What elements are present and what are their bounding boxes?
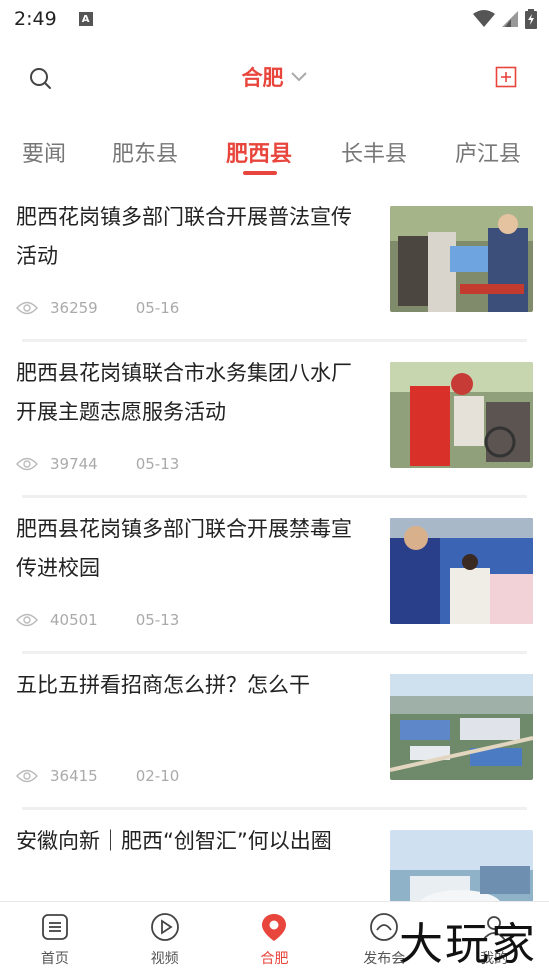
news-title: 肥西县花岗镇联合市水务集团八水厂开展主题志愿服务活动 (16, 361, 352, 424)
channel-tabs: 要闻 肥东县 肥西县 长丰县 庐江县 (0, 128, 549, 178)
top-bar: 合肥 (0, 50, 549, 106)
nav-label: 首页 (40, 951, 69, 967)
signal-icon (502, 11, 518, 27)
tab-feidong[interactable]: 肥东县 (112, 136, 178, 168)
tab-yaowen[interactable]: 要闻 (22, 136, 66, 168)
eye-icon (16, 457, 38, 471)
city-selector[interactable]: 合肥 (0, 62, 549, 92)
notification-icon: A (78, 12, 93, 26)
publish-date: 02-10 (135, 767, 180, 785)
publish-date: 05-13 (135, 455, 180, 473)
eye-icon (16, 613, 38, 627)
add-square-icon (495, 66, 517, 88)
news-title: 安徽向新｜肥西“创智汇”何以出圈 (16, 829, 332, 853)
eye-icon (16, 769, 38, 783)
nav-label: 视频 (150, 951, 179, 967)
add-channel-button[interactable] (495, 66, 517, 88)
status-icons (473, 9, 537, 29)
location-pin-icon (262, 914, 287, 941)
news-item[interactable]: 肥西县花岗镇联合市水务集团八水厂开展主题志愿服务活动 39744 05-13 (0, 342, 549, 498)
view-count: 40501 (50, 611, 98, 629)
status-bar: 2:49 A (0, 0, 549, 38)
news-thumbnail (390, 830, 533, 901)
tab-lujiang[interactable]: 庐江县 (455, 136, 521, 168)
news-meta: 36415 02-10 (16, 767, 179, 785)
nav-hefei[interactable]: 合肥 (220, 902, 330, 977)
news-feed[interactable]: 肥西花岗镇多部门联合开展普法宣传活动 36259 05-16 肥西县花岗镇联合市… (0, 186, 549, 901)
nav-label: 合肥 (260, 951, 289, 967)
active-tab-indicator (243, 171, 277, 175)
video-play-icon (150, 913, 179, 941)
news-meta: 40501 05-13 (16, 611, 179, 629)
watermark: 大玩家 (399, 919, 537, 970)
view-count: 36415 (50, 767, 98, 785)
news-item[interactable]: 肥西花岗镇多部门联合开展普法宣传活动 36259 05-16 (0, 186, 549, 342)
tab-feixi[interactable]: 肥西县 (226, 136, 292, 168)
nav-video[interactable]: 视频 (110, 902, 220, 977)
news-title: 肥西花岗镇多部门联合开展普法宣传活动 (16, 205, 352, 268)
news-title: 五比五拼看招商怎么拼？怎么干 (16, 673, 310, 697)
home-icon (41, 914, 68, 940)
news-item[interactable]: 肥西县花岗镇多部门联合开展禁毒宣传进校园 40501 05-13 (0, 498, 549, 654)
view-count: 39744 (50, 455, 98, 473)
news-item[interactable]: 五比五拼看招商怎么拼？怎么干 36415 02-10 (0, 654, 549, 810)
eye-icon (16, 301, 38, 315)
publish-date: 05-13 (135, 611, 180, 629)
status-time: 2:49 (14, 8, 57, 30)
news-thumbnail (390, 518, 533, 624)
publish-date: 05-16 (135, 299, 180, 317)
press-conference-icon (370, 913, 399, 941)
news-title: 肥西县花岗镇多部门联合开展禁毒宣传进校园 (16, 517, 352, 580)
news-thumbnail (390, 206, 533, 312)
news-thumbnail (390, 674, 533, 780)
nav-home[interactable]: 首页 (0, 902, 110, 977)
news-item[interactable]: 安徽向新｜肥西“创智汇”何以出圈 (0, 810, 549, 901)
chevron-down-icon (290, 72, 307, 82)
tab-changfeng[interactable]: 长丰县 (341, 136, 407, 168)
news-thumbnail (390, 362, 533, 468)
battery-icon (525, 9, 537, 29)
view-count: 36259 (50, 299, 98, 317)
news-meta: 39744 05-13 (16, 455, 179, 473)
city-name: 合肥 (241, 66, 284, 90)
news-meta: 36259 05-16 (16, 299, 179, 317)
wifi-icon (473, 10, 495, 27)
